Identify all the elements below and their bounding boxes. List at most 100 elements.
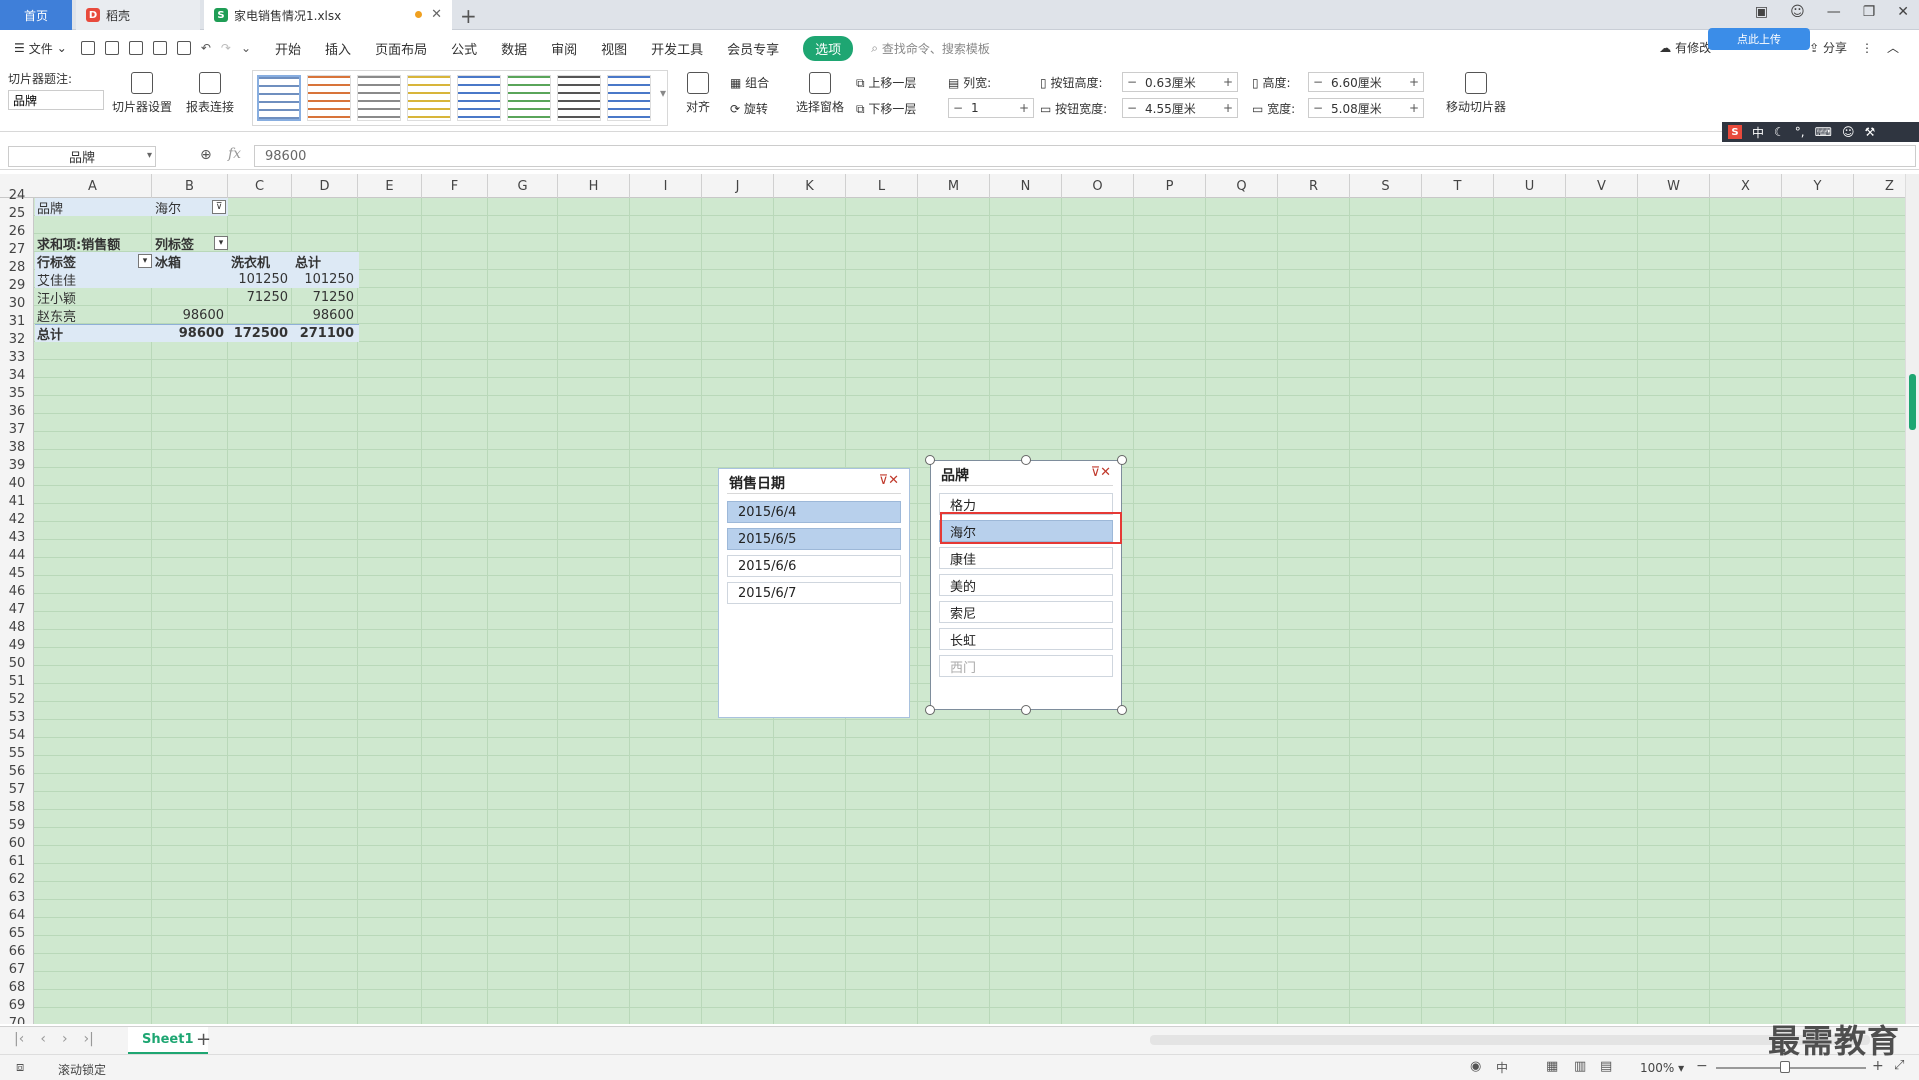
slicer-brand-item[interactable]: 美的 (939, 574, 1113, 596)
row-header-40[interactable]: 40 (0, 474, 34, 492)
restore-icon[interactable]: ❐ (1863, 4, 1876, 20)
row-header-43[interactable]: 43 (0, 528, 34, 546)
column-header-g[interactable]: G (488, 174, 558, 198)
increment-icon[interactable]: + (1015, 101, 1033, 115)
row-header-64[interactable]: 64 (0, 906, 34, 924)
zoom-search-icon[interactable]: ⊕ (200, 147, 212, 163)
pivot-row-name[interactable]: 艾佳佳 (34, 270, 152, 289)
slicer-brand-item[interactable]: 康佳 (939, 547, 1113, 569)
row-header-31[interactable]: 31 (0, 312, 34, 330)
menu-page-layout[interactable]: 页面布局 (375, 39, 427, 58)
row-header-42[interactable]: 42 (0, 510, 34, 528)
redo-icon[interactable]: ↷ (221, 41, 231, 55)
file-menu-button[interactable]: ☰ 文件 ⌄ (14, 40, 67, 57)
row-header-25[interactable]: 25 (0, 204, 34, 222)
layout-icon[interactable]: ▣ (1755, 4, 1768, 20)
slicer-sales-date-item[interactable]: 2015/6/6 (727, 555, 901, 577)
page-break-view-icon[interactable]: ▤ (1600, 1059, 1612, 1074)
column-header-i[interactable]: I (630, 174, 702, 198)
eye-protection-icon[interactable]: ◉ (1470, 1059, 1481, 1074)
pivot-filter-field[interactable]: 品牌 (34, 198, 152, 217)
row-header-46[interactable]: 46 (0, 582, 34, 600)
menu-view[interactable]: 视图 (601, 39, 627, 58)
add-sheet-button[interactable]: + (196, 1029, 211, 1050)
row-header-33[interactable]: 33 (0, 348, 34, 366)
pivot-cell[interactable]: 98600 (292, 306, 358, 324)
column-header-o[interactable]: O (1062, 174, 1134, 198)
row-header-29[interactable]: 29 (0, 276, 34, 294)
slicer-settings-button[interactable]: 切片器设置 (112, 72, 172, 115)
column-header-b[interactable]: B (152, 174, 228, 198)
row-header-24[interactable]: 24 (0, 186, 34, 204)
decrement-icon[interactable]: − (949, 101, 967, 115)
user-icon[interactable]: ☺ (1842, 125, 1855, 139)
row-header-70[interactable]: 70 (0, 1014, 34, 1025)
row-header-63[interactable]: 63 (0, 888, 34, 906)
column-header-j[interactable]: J (702, 174, 774, 198)
normal-view-icon[interactable]: ▦ (1546, 1059, 1558, 1074)
column-header-h[interactable]: H (558, 174, 630, 198)
row-header-56[interactable]: 56 (0, 762, 34, 780)
share-button[interactable]: ⇪ 分享 (1809, 39, 1847, 56)
column-header-q[interactable]: Q (1206, 174, 1278, 198)
more-icon[interactable]: ⋮ (1861, 41, 1873, 55)
pivot-cell[interactable]: 101250 (228, 270, 292, 288)
row-header-36[interactable]: 36 (0, 402, 34, 420)
decrement-icon[interactable]: − (1309, 75, 1327, 89)
gallery-expand-icon[interactable]: ▾ (660, 86, 666, 100)
close-window-icon[interactable]: ✕ (1897, 4, 1909, 20)
punctuation-icon[interactable]: °, (1795, 125, 1805, 139)
cloud-upload-badge[interactable]: 点此上传 (1708, 28, 1810, 50)
increment-icon[interactable]: + (1219, 101, 1237, 115)
avatar[interactable]: ☺ (1790, 4, 1805, 20)
align-button[interactable]: 对齐 (686, 72, 710, 115)
resize-handle[interactable] (1117, 455, 1127, 465)
zoom-out-icon[interactable]: − (1696, 1058, 1708, 1074)
rotate-button[interactable]: ⟳ 旋转 (730, 100, 768, 117)
row-header-55[interactable]: 55 (0, 744, 34, 762)
formula-input[interactable]: 98600 (254, 145, 1916, 167)
slicer-sales-date-item[interactable]: 2015/6/4 (727, 501, 901, 523)
bring-forward-button[interactable]: ⧉ 上移一层 (856, 74, 916, 91)
row-header-58[interactable]: 58 (0, 798, 34, 816)
columns-stepper[interactable]: −1 + (948, 98, 1034, 118)
slicer-style-swatch[interactable] (407, 75, 451, 121)
column-header-f[interactable]: F (422, 174, 488, 198)
wrench-icon[interactable]: ⚒ (1864, 125, 1875, 139)
fx-icon[interactable]: fx (228, 146, 241, 162)
column-header-l[interactable]: L (846, 174, 918, 198)
resize-handle[interactable] (1021, 705, 1031, 715)
button-height-stepper[interactable]: −0.63厘米 + (1122, 72, 1238, 92)
row-header-28[interactable]: 28 (0, 258, 34, 276)
row-filter-dropdown-icon[interactable]: ▾ (138, 254, 152, 268)
slicer-sales-date[interactable]: 销售日期 ⊽✕ 2015/6/4 2015/6/5 2015/6/6 2015/6/7 (718, 468, 910, 718)
row-header-67[interactable]: 67 (0, 960, 34, 978)
row-header-47[interactable]: 47 (0, 600, 34, 618)
row-header-32[interactable]: 32 (0, 330, 34, 348)
row-header-53[interactable]: 53 (0, 708, 34, 726)
tab-daoke[interactable]: D 稻壳 (76, 0, 200, 30)
new-doc-icon[interactable] (80, 41, 95, 55)
pivot-cell[interactable]: 98600 (152, 306, 228, 324)
slicer-style-swatch[interactable] (307, 75, 351, 121)
moon-icon[interactable]: ☾ (1774, 125, 1785, 139)
column-header-w[interactable]: W (1638, 174, 1710, 198)
filter-funnel-icon[interactable]: ⊽ (212, 200, 226, 214)
height-stepper[interactable]: −6.60厘米 + (1308, 72, 1424, 92)
pivot-total-cell[interactable]: 172500 (228, 324, 292, 342)
prev-sheet-icon[interactable]: ‹ (40, 1031, 46, 1047)
row-header-49[interactable]: 49 (0, 636, 34, 654)
slicer-brand[interactable]: 品牌 ⊽✕ 格力 海尔 康佳 美的 索尼 长虹 西门 (930, 460, 1122, 710)
column-header-s[interactable]: S (1350, 174, 1422, 198)
keyboard-icon[interactable]: ⌨ (1815, 125, 1832, 139)
pivot-row-name[interactable]: 汪小颖 (34, 288, 152, 307)
slicer-sales-date-item[interactable]: 2015/6/5 (727, 528, 901, 550)
pivot-cell[interactable]: 71250 (228, 288, 292, 306)
pivot-cell[interactable] (152, 288, 228, 306)
width-stepper[interactable]: −5.08厘米 + (1308, 98, 1424, 118)
last-sheet-icon[interactable]: ›| (84, 1031, 94, 1047)
menu-member[interactable]: 会员专享 (727, 39, 779, 58)
pivot-cell[interactable]: 101250 (292, 270, 358, 288)
column-header-u[interactable]: U (1494, 174, 1566, 198)
increment-icon[interactable]: + (1219, 75, 1237, 89)
